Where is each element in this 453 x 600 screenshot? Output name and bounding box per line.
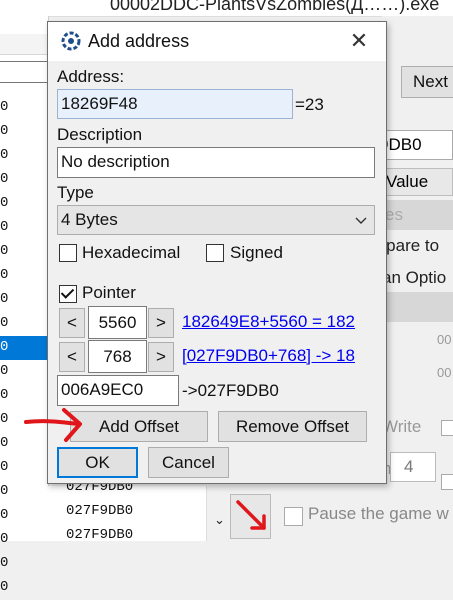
scan-options-label: an Optio [382,268,447,287]
list-row-value: 0 [0,555,9,571]
list-row[interactable]: 0 [0,216,48,240]
address-label: Address: [57,67,125,86]
list-scrollbar[interactable]: ⌄ [206,486,231,541]
hexadecimal-label: Hexadecimal [82,243,181,262]
remove-offset-button[interactable]: Remove Offset [218,411,367,442]
list-item[interactable]: 027F9DB0 [66,503,133,519]
background-window-titlebar: 00002DDC-PlantsVsZombies(Д……).exe [0,0,453,17]
scan-type-select[interactable]: es [382,200,453,230]
alignment-spinner[interactable]: 4 [390,452,436,482]
list-row[interactable]: 0 [0,168,48,192]
list-row-value: 0 [0,243,9,259]
list-row-value: 0 [0,147,9,163]
value-column-header[interactable]: Value [382,168,453,196]
list-row-value: 0 [0,531,9,547]
list-row[interactable]: 0 [0,312,48,336]
dim-value: 00 [437,365,452,380]
offset-increase-button[interactable]: > [148,308,174,338]
list-row[interactable]: 0 [0,576,48,600]
list-row[interactable]: 0 [0,264,48,288]
list-row[interactable]: 0 [0,552,48,576]
annotation-arrow-icon [236,500,266,530]
list-row-value: 0 [0,387,9,403]
type-label: Type [57,183,94,202]
list-row-value: 0 [0,195,9,211]
list-row[interactable]: 0 [0,120,48,144]
list-row-value: 0 [0,267,9,283]
signed-checkbox[interactable] [206,244,224,262]
list-row-value: 0 [0,291,9,307]
dialog-title: Add address [88,31,190,51]
description-input[interactable]: No description [57,147,375,178]
list-row[interactable]: 0 [0,528,48,552]
list-row[interactable]: 0 [0,504,48,528]
scan-options-box [382,292,453,322]
list-row-value: 0 [0,315,9,331]
list-row-value: 0 [0,339,9,355]
offset-increase-button[interactable]: > [148,342,174,372]
background-address-list: 0 0 0 0 0 0 0 0 0 0 0 0 0 0 0 0 0 0 0 0 0 [0,16,49,595]
list-divider [0,61,48,83]
add-address-dialog: Add address ✕ Address: 18269F48 =23 Desc… [47,21,387,484]
list-row-value: 0 [0,219,9,235]
cheat-engine-icon [61,31,81,51]
list-row-value: 0 [0,459,9,475]
pause-game-checkbox[interactable] [284,507,303,526]
offset-address-link[interactable]: 182649E8+5560 = 182 [182,312,383,332]
list-row-value: 0 [0,99,9,115]
list-row-value: 0 [0,507,9,523]
offset-input[interactable]: 768 [88,340,147,373]
chevron-down-icon[interactable]: ⌄ [214,512,225,528]
background-window-title: 00002DDC-PlantsVsZombies(Д……).exe [110,0,440,14]
option-checkbox[interactable] [441,474,453,490]
list-header [0,34,48,55]
pointer-checkbox[interactable] [59,285,77,303]
list-row[interactable]: 0 [0,360,48,384]
write-label: Write [382,417,422,436]
list-row[interactable]: 0 [0,240,48,264]
type-select[interactable]: 4 Bytes [57,205,375,235]
next-scan-button[interactable]: Next [401,66,453,98]
list-row-value: 0 [0,435,9,451]
write-checkbox[interactable] [441,420,453,436]
list-row[interactable]: 0 [0,336,48,360]
list-row[interactable]: 0 [0,96,48,120]
dialog-titlebar[interactable]: Add address ✕ [48,22,386,61]
offset-address-link[interactable]: [027F9DB0+768] -> 18 [182,346,383,366]
offset-decrease-button[interactable]: < [59,342,85,372]
annotation-arrow-icon [24,408,82,442]
background-found-list: 027F9DB0 027F9DB0 027F9DB0 [48,479,230,543]
chevron-down-icon[interactable] [354,211,368,229]
list-row-value: 0 [0,363,9,379]
address-result: =23 [295,95,324,114]
description-label: Description [57,125,143,144]
add-offset-button[interactable]: Add Offset [70,411,208,442]
list-row[interactable]: 0 [0,456,48,480]
list-row[interactable]: 0 [0,480,48,504]
list-row[interactable]: 0 [0,144,48,168]
close-icon[interactable]: ✕ [344,26,374,56]
list-row-value: 0 [0,483,9,499]
cancel-button[interactable]: Cancel [148,447,229,478]
pointer-label: Pointer [82,283,136,302]
list-row-value: 0 [0,171,9,187]
signed-label: Signed [230,243,283,262]
list-row[interactable]: 0 [0,288,48,312]
offset-input[interactable]: 5560 [88,306,147,339]
dim-value: 00 [437,332,452,347]
ok-button[interactable]: OK [57,447,138,478]
pause-game-label: Pause the game w [308,504,449,523]
list-row[interactable]: 0 [0,192,48,216]
list-row-value: 0 [0,411,9,427]
list-row-value: 0 [0,123,9,139]
list-row-value: 0 [0,579,9,595]
hexadecimal-checkbox[interactable] [59,244,77,262]
base-address-input[interactable]: 006A9EC0 [57,375,179,406]
offset-decrease-button[interactable]: < [59,308,85,338]
address-input[interactable]: 18269F48 [57,89,293,119]
base-address-result: ->027F9DB0 [182,381,279,400]
